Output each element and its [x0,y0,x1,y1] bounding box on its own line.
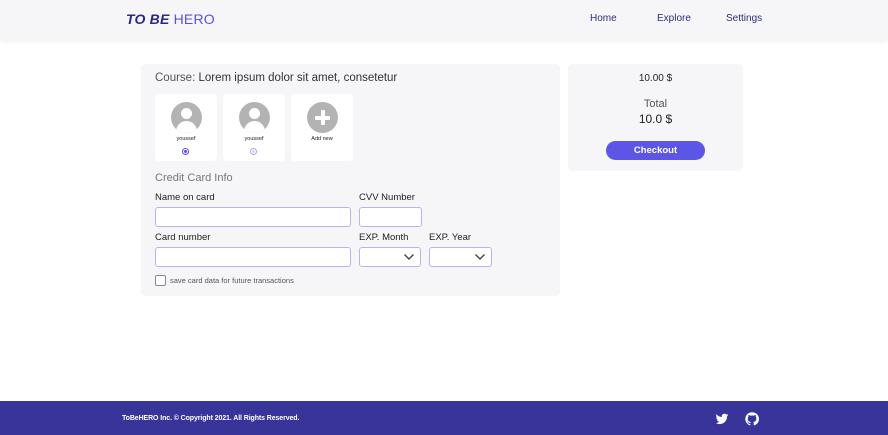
cvv-label: CVV Number [359,192,415,203]
user-avatar-icon [239,102,270,133]
payment-form-card: Course: Lorem ipsum dolor sit amet, cons… [141,64,560,296]
section-title-credit-card: Credit Card Info [155,172,233,184]
account-radio[interactable] [250,148,257,155]
nav-settings[interactable]: Settings [726,13,762,24]
logo-text-to-be: TO BE [126,11,170,27]
plus-circle-icon [307,102,338,133]
exp-month-select[interactable] [359,247,421,267]
exp-year-select[interactable] [429,247,492,267]
chevron-down-icon [404,254,414,260]
card-number-label: Card number [155,232,211,243]
course-line: Course: Lorem ipsum dolor sit amet, cons… [155,72,397,84]
exp-month-label: EXP. Month [359,232,409,243]
course-label: Course: [155,72,196,84]
add-account-button[interactable]: Add new [291,94,353,161]
footer: ToBeHERO Inc. © Copyright 2021. All Righ… [0,401,888,435]
name-on-card-label: Name on card [155,192,215,203]
top-navbar: TO BE HERO Home Explore Settings [0,0,888,40]
save-card-label: save card data for future transactions [170,276,294,285]
exp-year-label: EXP. Year [429,232,472,243]
twitter-icon[interactable] [715,412,729,426]
brand-logo[interactable]: TO BE HERO [126,11,215,27]
total-value: 10.0 $ [638,112,673,126]
course-title: Lorem ipsum dolor sit amet, consetetur [198,72,398,84]
save-card-checkbox[interactable] [155,275,166,286]
nav-home[interactable]: Home [590,13,617,24]
cvv-input[interactable] [359,207,422,227]
nav-explore[interactable]: Explore [657,13,691,24]
user-avatar-icon [171,102,202,133]
name-on-card-input[interactable] [155,207,351,227]
total-label: Total [643,98,668,110]
account-option-1[interactable]: youssef [155,94,217,161]
account-name: youssef [176,136,196,142]
checkout-button[interactable]: Checkout [606,141,705,160]
github-icon[interactable] [745,412,759,426]
account-name: youssef [244,136,264,142]
order-summary-card: 10.00 $ Total 10.0 $ Checkout [568,64,743,171]
copyright-text: ToBeHERO Inc. © Copyright 2021. All Righ… [122,415,300,422]
add-account-label: Add new [311,136,333,142]
card-number-input[interactable] [155,247,351,267]
chevron-down-icon [475,254,485,260]
account-radio-selected[interactable] [182,148,189,155]
logo-text-hero: HERO [173,11,215,27]
price-value: 10.00 $ [638,73,673,84]
account-option-2[interactable]: youssef [223,94,285,161]
